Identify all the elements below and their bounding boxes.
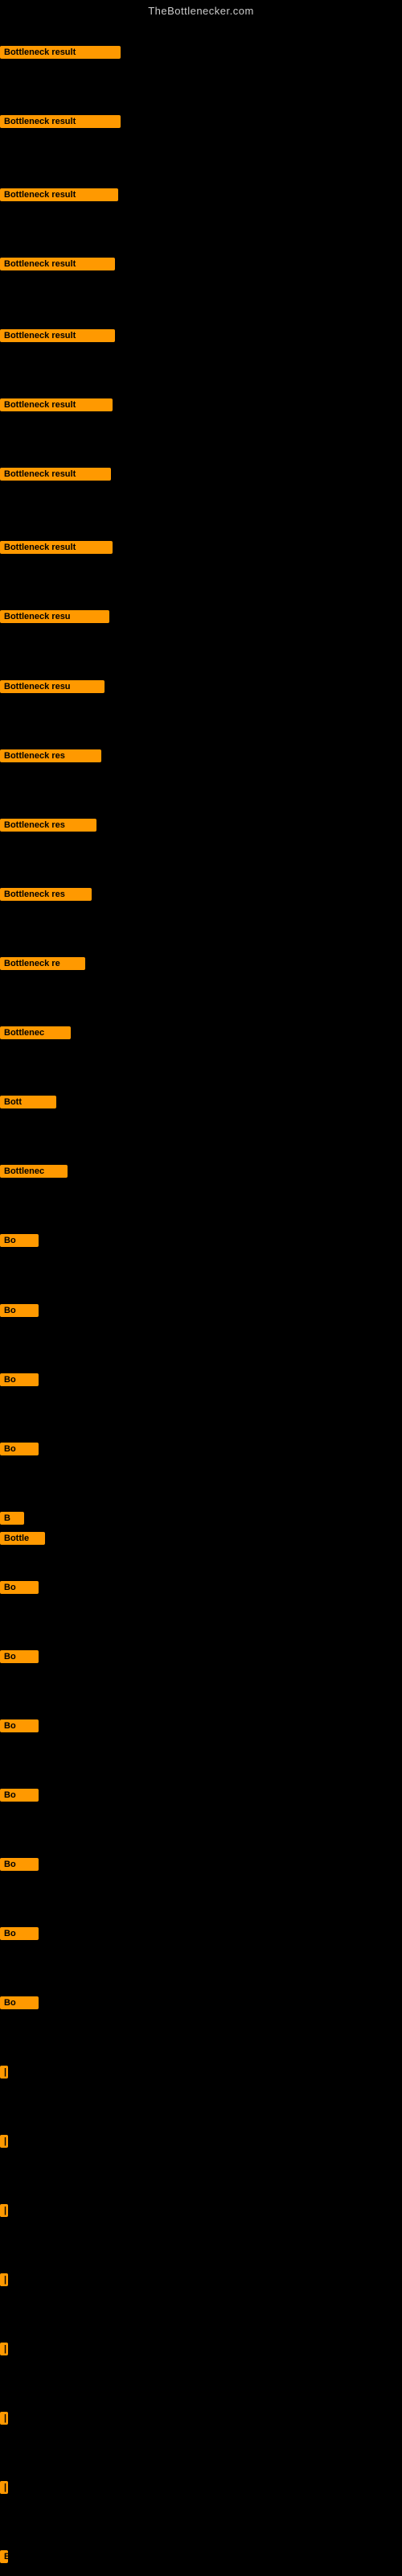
bottleneck-badge[interactable]: | xyxy=(0,2135,8,2148)
bottleneck-badge[interactable]: Bottleneck result xyxy=(0,541,113,554)
bottleneck-row: Bottle xyxy=(0,1532,45,1549)
bottleneck-row: | xyxy=(0,2135,8,2152)
bottleneck-row: Bottlenec xyxy=(0,1026,71,1043)
bottleneck-row: Bottleneck result xyxy=(0,329,115,346)
bottleneck-badge[interactable]: Bottleneck result xyxy=(0,115,121,128)
bottleneck-badge[interactable]: Bottleneck res xyxy=(0,888,92,901)
bottleneck-row: Bo xyxy=(0,1996,39,2013)
bottleneck-row: Bottleneck re xyxy=(0,957,85,974)
bottleneck-row: Bo xyxy=(0,1858,39,1875)
bottleneck-row: Bo xyxy=(0,1234,39,1251)
bottleneck-row: Bo xyxy=(0,1650,39,1667)
bottleneck-row: Bottleneck res xyxy=(0,749,101,766)
bottleneck-row: | xyxy=(0,2343,8,2359)
bottleneck-row: Bottleneck res xyxy=(0,819,96,836)
site-title: TheBottlenecker.com xyxy=(0,0,402,20)
bottleneck-badge[interactable]: Bott xyxy=(0,1096,56,1108)
bottleneck-badge[interactable]: Bottleneck result xyxy=(0,46,121,59)
bottleneck-badge[interactable]: B xyxy=(0,1512,24,1525)
bottleneck-badge[interactable]: Bottleneck resu xyxy=(0,680,105,693)
bottleneck-badge[interactable]: Bottleneck result xyxy=(0,329,115,342)
bottleneck-badge[interactable]: Bottleneck result xyxy=(0,188,118,201)
bottleneck-row: Bo xyxy=(0,1443,39,1459)
bottleneck-badge[interactable]: Bo xyxy=(0,1581,39,1594)
bottleneck-row: Bo xyxy=(0,1789,39,1806)
bottleneck-row: Bottleneck result xyxy=(0,541,113,558)
bottleneck-badge[interactable]: | xyxy=(0,2343,8,2355)
bottleneck-badge[interactable]: Bottle xyxy=(0,1532,45,1545)
bottleneck-badge[interactable]: Bottleneck result xyxy=(0,258,115,270)
bottleneck-row: Bottlenec xyxy=(0,1165,68,1182)
bottleneck-badge[interactable]: | xyxy=(0,2204,8,2217)
bottleneck-row: B xyxy=(0,1512,24,1529)
bottleneck-badge[interactable]: | xyxy=(0,2481,8,2494)
bottleneck-row: Bottleneck resu xyxy=(0,610,109,627)
bottleneck-row: Bo xyxy=(0,1373,39,1390)
bottleneck-row: Bo xyxy=(0,1719,39,1736)
bottleneck-row: Bottleneck res xyxy=(0,888,92,905)
bottleneck-badge[interactable]: Bottleneck result xyxy=(0,398,113,411)
bottleneck-row: Bottleneck result xyxy=(0,468,111,485)
bottleneck-row: | xyxy=(0,2204,8,2221)
bottleneck-badge[interactable]: Bottleneck res xyxy=(0,819,96,832)
bottleneck-badge[interactable]: Bottleneck re xyxy=(0,957,85,970)
bottleneck-row: Bottleneck result xyxy=(0,398,113,415)
bottleneck-badge[interactable]: Bottleneck result xyxy=(0,468,111,481)
bottleneck-row: Bottleneck result xyxy=(0,46,121,63)
bottleneck-badge[interactable]: Bo xyxy=(0,1234,39,1247)
bottleneck-row: Bo xyxy=(0,1581,39,1598)
bottleneck-badge[interactable]: Bo xyxy=(0,1789,39,1802)
bottleneck-row: Bo xyxy=(0,1304,39,1321)
bottleneck-badge[interactable]: Bottlenec xyxy=(0,1026,71,1039)
bottleneck-row: E xyxy=(0,2550,8,2567)
bottleneck-row: Bottleneck result xyxy=(0,115,121,132)
bottleneck-row: Bottleneck result xyxy=(0,258,115,275)
bottleneck-badge[interactable]: | xyxy=(0,2066,8,2079)
bottleneck-badge[interactable]: Bo xyxy=(0,1443,39,1455)
bottleneck-badge[interactable]: Bottlenec xyxy=(0,1165,68,1178)
bottleneck-badge[interactable]: Bo xyxy=(0,1719,39,1732)
bottleneck-badge[interactable]: Bo xyxy=(0,1927,39,1940)
bottleneck-row: | xyxy=(0,2412,8,2429)
bottleneck-row: | xyxy=(0,2481,8,2498)
bottleneck-badge[interactable]: Bottleneck res xyxy=(0,749,101,762)
bottleneck-row: | xyxy=(0,2066,8,2083)
bottleneck-badge[interactable]: Bo xyxy=(0,1996,39,2009)
bottleneck-row: Bottleneck result xyxy=(0,188,118,205)
bottleneck-row: Bottleneck resu xyxy=(0,680,105,697)
bottleneck-badge[interactable]: | xyxy=(0,2273,8,2286)
bottleneck-row: Bott xyxy=(0,1096,56,1113)
bottleneck-badge[interactable]: E xyxy=(0,2550,8,2563)
bottleneck-badge[interactable]: Bo xyxy=(0,1304,39,1317)
bottleneck-badge[interactable]: Bo xyxy=(0,1650,39,1663)
bottleneck-row: | xyxy=(0,2273,8,2290)
bottleneck-badge[interactable]: Bottleneck resu xyxy=(0,610,109,623)
bottleneck-row: Bo xyxy=(0,1927,39,1944)
bottleneck-badge[interactable]: Bo xyxy=(0,1373,39,1386)
bottleneck-badge[interactable]: Bo xyxy=(0,1858,39,1871)
bottleneck-badge[interactable]: | xyxy=(0,2412,8,2425)
